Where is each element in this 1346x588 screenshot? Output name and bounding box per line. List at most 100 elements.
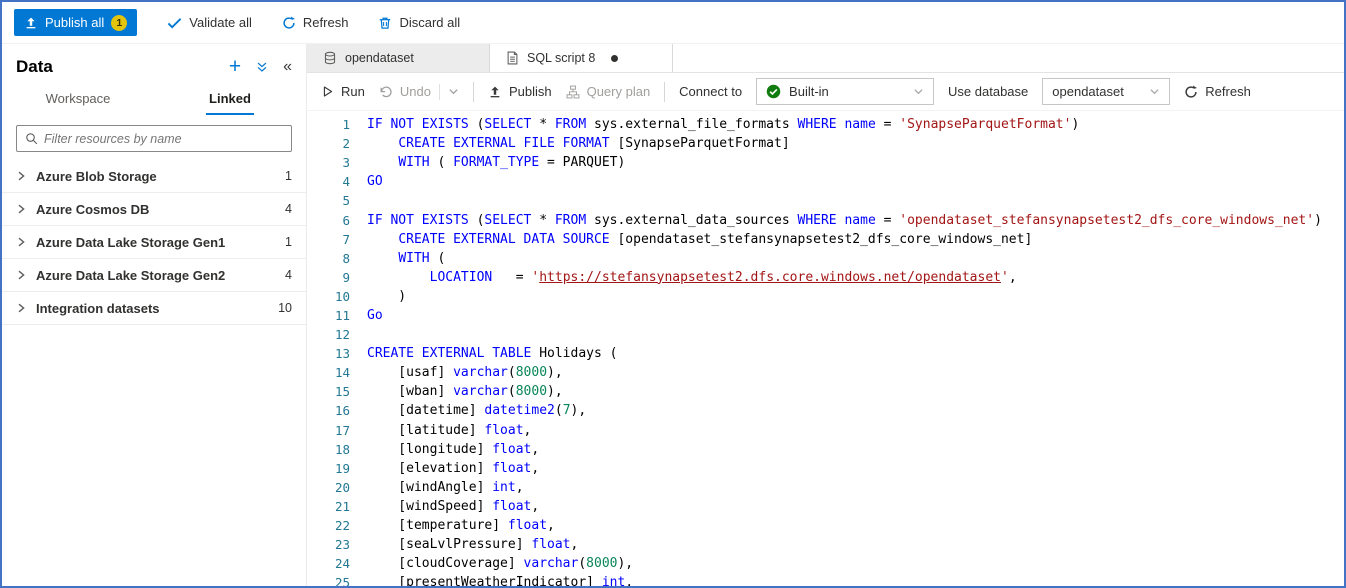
publish-icon: [488, 85, 502, 99]
tab-opendataset[interactable]: opendataset: [307, 44, 490, 72]
discard-all-label: Discard all: [399, 15, 460, 30]
undo-button[interactable]: Undo: [379, 84, 431, 99]
publish-button[interactable]: Publish: [488, 84, 552, 99]
connect-to-dropdown[interactable]: Built-in: [756, 78, 934, 105]
code-line[interactable]: 9 LOCATION = 'https://stefansynapsetest2…: [307, 268, 1344, 287]
code-line[interactable]: 1IF NOT EXISTS (SELECT * FROM sys.extern…: [307, 115, 1344, 134]
resource-tree: Azure Blob Storage 1 Azure Cosmos DB 4: [2, 160, 306, 325]
tree-item-count: 4: [285, 268, 292, 282]
chevron-right-icon[interactable]: [16, 270, 26, 280]
add-resource-icon[interactable]: +: [229, 59, 241, 75]
editor-area: opendataset SQL script 8 Run: [307, 44, 1344, 586]
chevron-right-icon[interactable]: [16, 303, 26, 313]
code-line[interactable]: 6IF NOT EXISTS (SELECT * FROM sys.extern…: [307, 210, 1344, 229]
code-line[interactable]: 13CREATE EXTERNAL TABLE Holidays (: [307, 344, 1344, 363]
code-line[interactable]: 18 [longitude] float,: [307, 440, 1344, 459]
code-line[interactable]: 21 [windSpeed] float,: [307, 497, 1344, 516]
tree-item[interactable]: Azure Cosmos DB 4: [2, 193, 306, 226]
code-line[interactable]: 8 WITH (: [307, 249, 1344, 268]
publish-count-badge: 1: [111, 15, 127, 31]
tab-label: opendataset: [345, 51, 414, 65]
code-line[interactable]: 25 [presentWeatherIndicator] int,: [307, 573, 1344, 586]
line-number: 21: [307, 499, 367, 514]
code-line[interactable]: 24 [cloudCoverage] varchar(8000),: [307, 554, 1344, 573]
validate-all-button[interactable]: Validate all: [167, 15, 252, 30]
query-plan-button[interactable]: Query plan: [566, 84, 651, 99]
tree-item[interactable]: Azure Data Lake Storage Gen2 4: [2, 259, 306, 292]
tree-item-label: Azure Data Lake Storage Gen2: [36, 268, 275, 283]
code-line[interactable]: 3 WITH ( FORMAT_TYPE = PARQUET): [307, 153, 1344, 172]
top-toolbar: Publish all 1 Validate all Refresh Disca…: [2, 2, 1344, 44]
publish-icon: [24, 16, 38, 30]
refresh-label: Refresh: [303, 15, 349, 30]
line-number: 13: [307, 346, 367, 361]
line-number: 14: [307, 365, 367, 380]
code-line[interactable]: 20 [windAngle] int,: [307, 478, 1344, 497]
validate-all-label: Validate all: [189, 15, 252, 30]
query-plan-label: Query plan: [587, 84, 651, 99]
code-line[interactable]: 23 [seaLvlPressure] float,: [307, 535, 1344, 554]
line-number: 22: [307, 518, 367, 533]
tab-linked[interactable]: Linked: [154, 81, 306, 115]
code-line[interactable]: 15 [wban] varchar(8000),: [307, 382, 1344, 401]
tree-item[interactable]: Integration datasets 10: [2, 292, 306, 325]
panel-title: Data: [16, 57, 215, 77]
code-line[interactable]: 22 [temperature] float,: [307, 516, 1344, 535]
chevron-down-icon: [913, 86, 924, 97]
search-icon: [25, 132, 38, 145]
collapse-all-icon[interactable]: [255, 60, 269, 74]
code-text: [longitude] float,: [367, 442, 539, 457]
filter-input[interactable]: [44, 132, 283, 146]
chevron-right-icon[interactable]: [16, 171, 26, 181]
publish-all-button[interactable]: Publish all 1: [14, 9, 137, 36]
code-lines: 1IF NOT EXISTS (SELECT * FROM sys.extern…: [307, 115, 1344, 586]
line-number: 3: [307, 155, 367, 170]
chevron-right-icon[interactable]: [16, 237, 26, 247]
code-line[interactable]: 2 CREATE EXTERNAL FILE FORMAT [SynapsePa…: [307, 134, 1344, 153]
discard-all-button[interactable]: Discard all: [378, 15, 460, 30]
code-line[interactable]: 10 ): [307, 287, 1344, 306]
code-line[interactable]: 14 [usaf] varchar(8000),: [307, 363, 1344, 382]
code-line[interactable]: 12: [307, 325, 1344, 344]
code-text: [elevation] float,: [367, 461, 539, 476]
database-icon: [323, 51, 337, 65]
code-line[interactable]: 11Go: [307, 306, 1344, 325]
code-text: CREATE EXTERNAL TABLE Holidays (: [367, 346, 617, 361]
toolbar-divider: [664, 82, 665, 102]
tab-sql-script-8[interactable]: SQL script 8: [490, 44, 673, 72]
line-number: 11: [307, 308, 367, 323]
code-editor[interactable]: 1IF NOT EXISTS (SELECT * FROM sys.extern…: [307, 111, 1344, 586]
line-number: 25: [307, 575, 367, 586]
tab-label: SQL script 8: [527, 51, 595, 65]
tab-workspace[interactable]: Workspace: [2, 81, 154, 115]
code-text: [cloudCoverage] varchar(8000),: [367, 556, 633, 571]
code-line[interactable]: 4GO: [307, 172, 1344, 191]
refresh-icon: [282, 16, 296, 30]
code-line[interactable]: 5: [307, 191, 1344, 210]
chevron-right-icon[interactable]: [16, 204, 26, 214]
line-number: 9: [307, 270, 367, 285]
run-button[interactable]: Run: [321, 84, 365, 99]
tree-item[interactable]: Azure Blob Storage 1: [2, 160, 306, 193]
code-line[interactable]: 19 [elevation] float,: [307, 459, 1344, 478]
line-number: 17: [307, 423, 367, 438]
line-number: 7: [307, 232, 367, 247]
undo-label: Undo: [400, 84, 431, 99]
code-line[interactable]: 17 [latitude] float,: [307, 421, 1344, 440]
code-text: [usaf] varchar(8000),: [367, 365, 563, 380]
line-number: 16: [307, 403, 367, 418]
code-text: WITH ( FORMAT_TYPE = PARQUET): [367, 155, 625, 170]
tree-item-label: Azure Data Lake Storage Gen1: [36, 235, 275, 250]
line-number: 12: [307, 327, 367, 342]
data-panel-header: Data + «: [2, 44, 306, 79]
refresh-button[interactable]: Refresh: [1184, 84, 1251, 99]
use-database-dropdown[interactable]: opendataset: [1042, 78, 1170, 105]
collapse-panel-icon[interactable]: «: [283, 60, 292, 74]
undo-dropdown-chevron[interactable]: [448, 86, 459, 97]
tree-item-count: 10: [278, 301, 292, 315]
code-line[interactable]: 16 [datetime] datetime2(7),: [307, 401, 1344, 420]
refresh-all-button[interactable]: Refresh: [282, 15, 349, 30]
code-line[interactable]: 7 CREATE EXTERNAL DATA SOURCE [opendatas…: [307, 230, 1344, 249]
data-panel: Data + « Workspace Linked: [2, 44, 307, 586]
tree-item[interactable]: Azure Data Lake Storage Gen1 1: [2, 226, 306, 259]
